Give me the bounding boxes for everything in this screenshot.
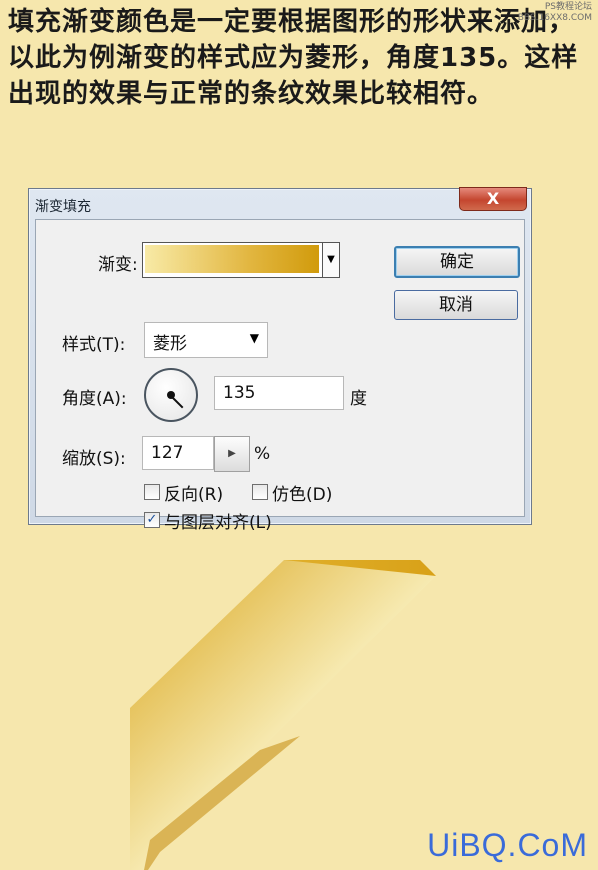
- dialog-title: 渐变填充: [35, 199, 91, 215]
- gradient-label: 渐变:: [98, 255, 138, 275]
- angle-dial[interactable]: [144, 368, 198, 422]
- instruction-text: 填充渐变颜色是一定要根据图形的形状来添加，以此为例渐变的样式应为菱形，角度135…: [8, 7, 579, 109]
- scale-input[interactable]: 127: [142, 436, 214, 470]
- close-button[interactable]: X: [459, 187, 527, 211]
- align-label[interactable]: 与图层对齐(L): [164, 508, 272, 533]
- chevron-down-icon: ▼: [249, 331, 259, 345]
- reverse-checkbox[interactable]: [144, 484, 160, 500]
- ok-button[interactable]: 确定: [394, 246, 520, 278]
- dialog-titlebar: 渐变填充 X: [29, 187, 531, 219]
- align-checkbox[interactable]: ✓: [144, 512, 160, 528]
- watermark-top-url: BBS.16XX8.COM: [517, 13, 592, 23]
- style-select-value: 菱形: [153, 334, 187, 354]
- scale-unit: %: [254, 444, 271, 464]
- gradient-preview[interactable]: [145, 245, 319, 273]
- cancel-button[interactable]: 取消: [394, 290, 518, 320]
- angle-dial-center: [167, 391, 175, 399]
- dither-checkbox[interactable]: [252, 484, 268, 500]
- angle-input[interactable]: 135: [214, 376, 344, 410]
- style-select[interactable]: 菱形 ▼: [144, 322, 268, 358]
- site-watermark: UiBQ.CoM: [427, 827, 588, 863]
- scale-stepper-arrow-icon[interactable]: ▶: [214, 436, 250, 472]
- gradient-picker[interactable]: ▼: [142, 242, 340, 278]
- gradient-fill-dialog: 渐变填充 X 渐变: ▼ 样式(T): 菱形 ▼ 角度(A): 135 度 缩放…: [28, 187, 532, 533]
- angle-unit: 度: [350, 389, 367, 409]
- style-label: 样式(T):: [62, 335, 126, 355]
- angle-label: 角度(A):: [62, 389, 127, 409]
- dialog-body: 渐变: ▼ 样式(T): 菱形 ▼ 角度(A): 135 度 缩放(S): 12…: [35, 219, 525, 533]
- watermark-top-title: PS教程论坛: [544, 2, 592, 12]
- dither-label[interactable]: 仿色(D): [272, 480, 332, 505]
- gradient-dropdown-arrow-icon[interactable]: ▼: [322, 243, 339, 277]
- ribbon-illustration: [130, 560, 436, 870]
- scale-label: 缩放(S):: [62, 449, 126, 469]
- watermark-top: PS教程论坛 BBS.16XX8.COM: [518, 2, 592, 24]
- reverse-label[interactable]: 反向(R): [164, 480, 223, 505]
